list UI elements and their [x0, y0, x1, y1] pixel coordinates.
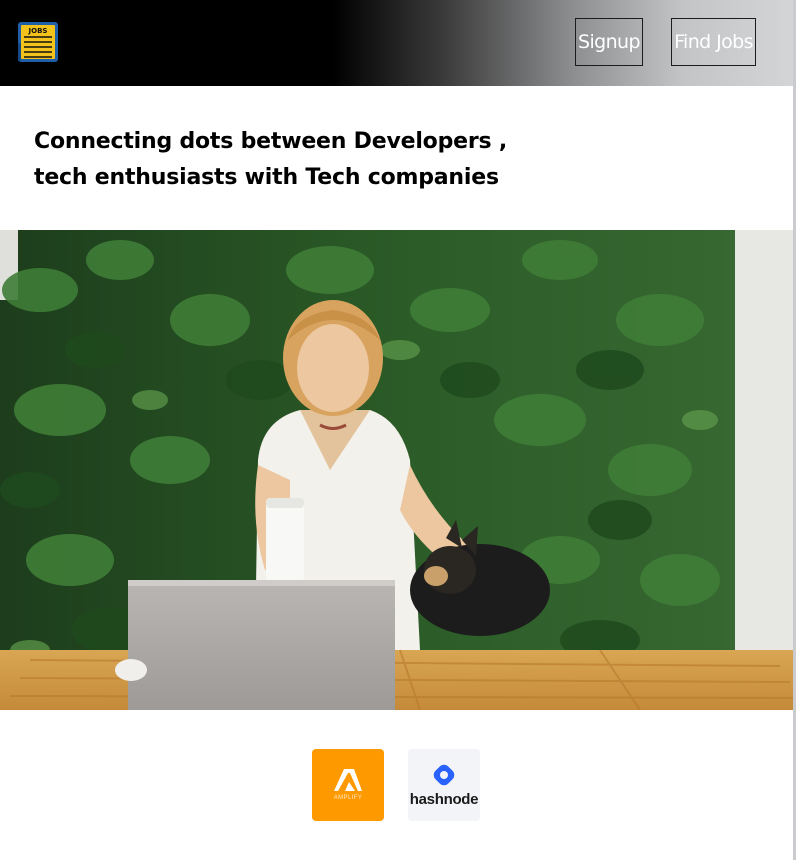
- hero-photo: [0, 230, 793, 710]
- site-header: JOBS Signup Find Jobs: [0, 0, 793, 86]
- find-jobs-button[interactable]: Find Jobs: [671, 18, 756, 66]
- hero-heading: Connecting dots between Developers , tec…: [34, 124, 754, 196]
- hero-heading-line-2: tech enthusiasts with Tech companies: [34, 165, 499, 190]
- sponsor-logos: AMPLIFY hashnode: [312, 749, 480, 821]
- hashnode-label: hashnode: [409, 790, 479, 808]
- logo-text: JOBS: [28, 27, 48, 35]
- amplify-icon: [334, 769, 362, 791]
- jobs-logo-icon[interactable]: JOBS: [17, 21, 59, 63]
- hashnode-sponsor[interactable]: hashnode: [408, 749, 480, 821]
- amplify-label: AMPLIFY: [333, 795, 363, 801]
- hashnode-icon: [433, 764, 455, 785]
- signup-button[interactable]: Signup: [575, 18, 643, 66]
- amplify-sponsor[interactable]: AMPLIFY: [312, 749, 384, 821]
- hero-heading-line-1: Connecting dots between Developers ,: [34, 129, 508, 154]
